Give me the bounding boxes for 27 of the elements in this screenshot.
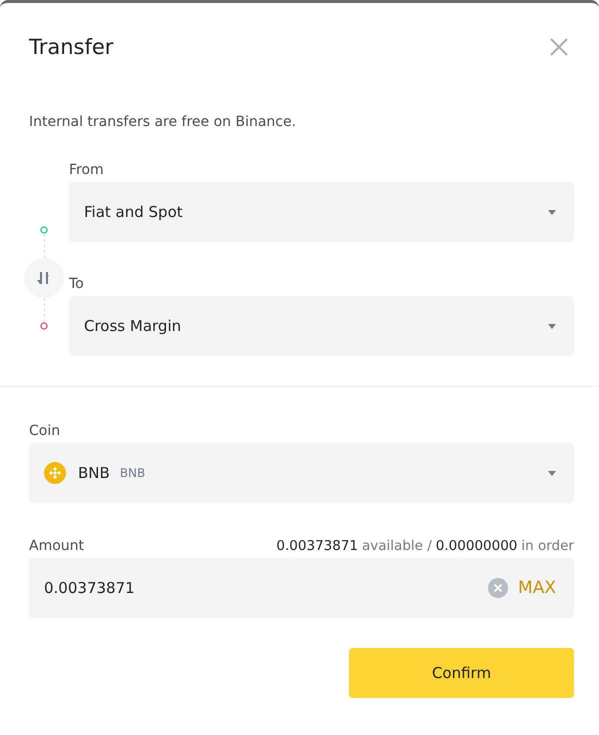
coin-icon (44, 462, 66, 484)
coin-symbol: BNB (120, 466, 146, 480)
clear-icon[interactable] (488, 578, 508, 598)
swap-icon (37, 271, 51, 285)
info-text: Internal transfers are free on Binance. (28, 114, 298, 130)
amount-field[interactable]: 0.00373871 MAX (29, 558, 574, 618)
destination-dot-icon (40, 322, 48, 330)
caret-icon (548, 470, 556, 476)
available-label: available / (362, 537, 432, 556)
close-icon[interactable] (550, 38, 568, 56)
dialog-title: Transfer (29, 35, 114, 59)
field-label: Amount (29, 537, 84, 556)
in-order-amount: 0.00000000 (436, 537, 518, 556)
swap-button[interactable] (24, 258, 64, 298)
field-label: Coin (29, 422, 62, 441)
coin-select[interactable]: BNB BNB (29, 443, 574, 503)
in-order-label: in order (521, 537, 574, 556)
from-select[interactable]: Fiat and Spot (69, 182, 574, 242)
confirm-button[interactable]: Confirm (349, 648, 574, 698)
field-label: From (69, 161, 105, 180)
to-select[interactable]: Cross Margin (69, 296, 574, 356)
available-amount: 0.00373871 (276, 537, 358, 556)
source-dot-icon (40, 226, 48, 234)
caret-icon (548, 324, 556, 328)
field-label: To (69, 275, 85, 294)
caret-icon (548, 210, 556, 214)
coin-name: BNB (78, 464, 110, 482)
